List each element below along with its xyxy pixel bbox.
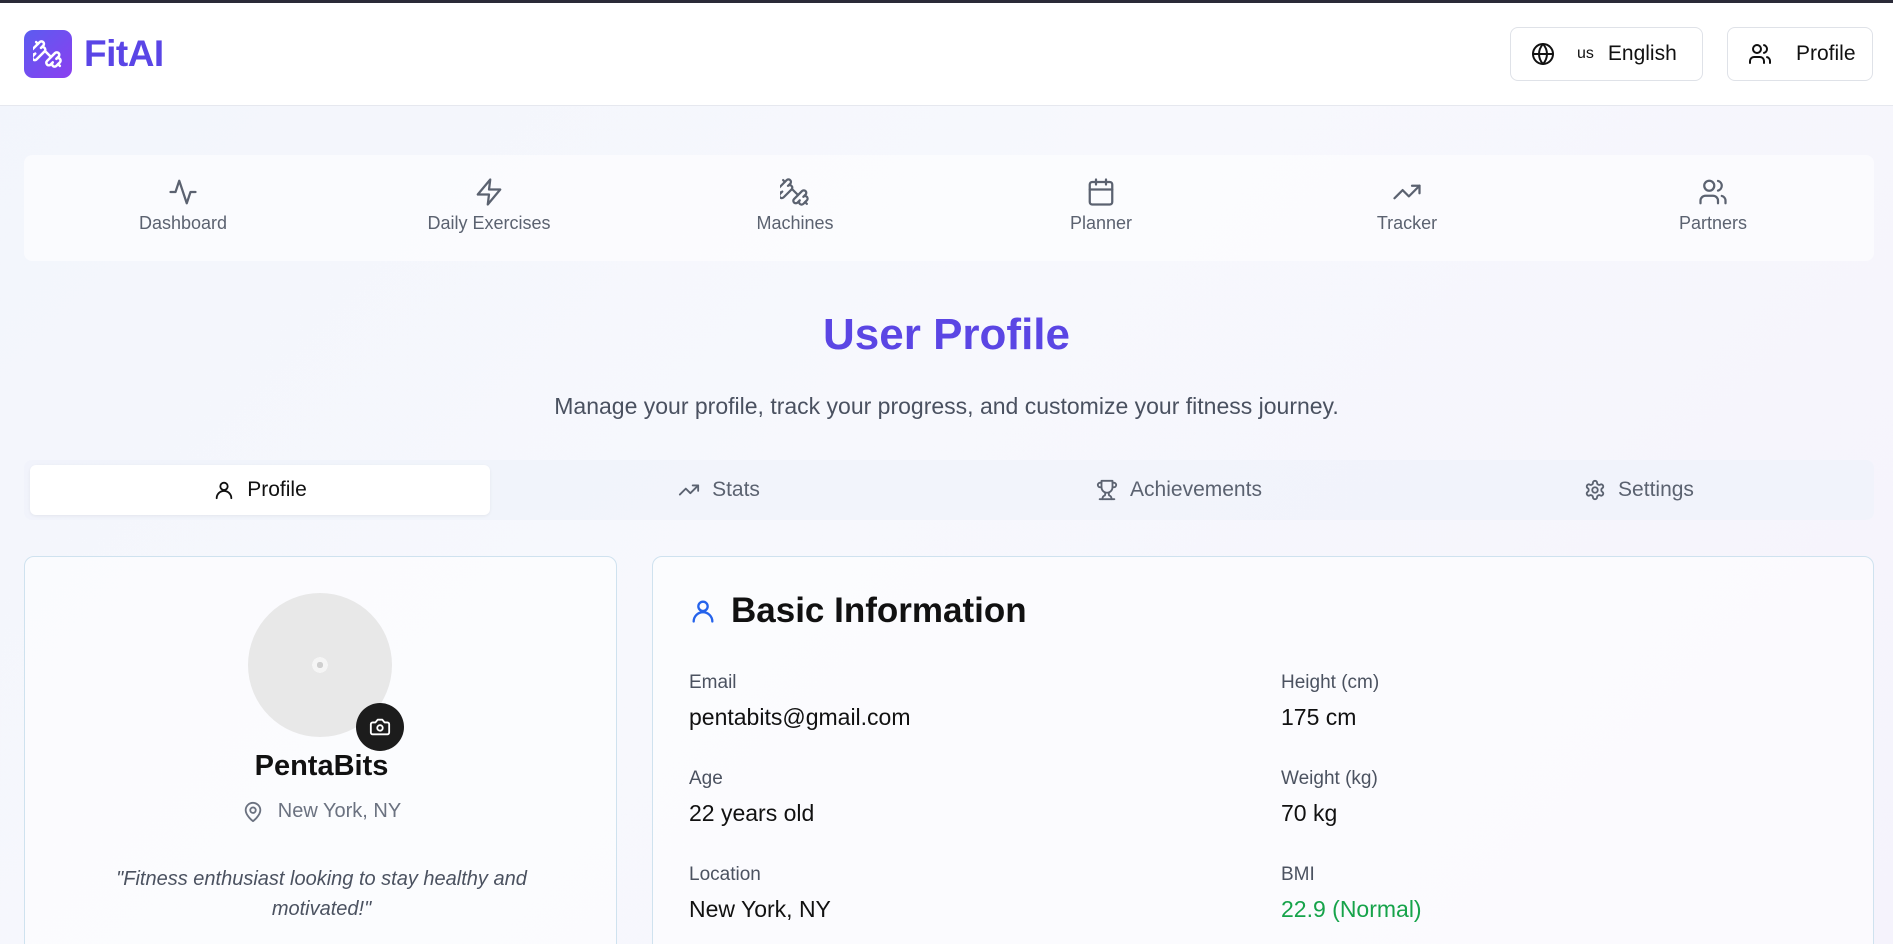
profile-tabs: Profile Stats Achievements Settings	[24, 460, 1874, 520]
user-icon	[215, 481, 233, 500]
tab-profile[interactable]: Profile	[30, 465, 490, 515]
bmi-field: BMI 22.9 (Normal)	[1281, 864, 1422, 923]
age-value: 22 years old	[689, 800, 815, 826]
profile-card: PentaBits New York, NY "Fitness enthusia…	[24, 556, 617, 944]
trending-up-icon	[678, 484, 700, 496]
main-nav: Dashboard Daily Exercises Machines Plann…	[24, 155, 1874, 261]
gear-icon	[1585, 479, 1605, 501]
tab-label: Profile	[247, 478, 307, 501]
nav-item-dashboard[interactable]: Dashboard	[83, 177, 283, 234]
nav-item-machines[interactable]: Machines	[695, 177, 895, 234]
profile-label: Profile	[1796, 42, 1856, 65]
user-icon	[692, 600, 714, 623]
globe-icon	[1532, 43, 1554, 65]
dumbbell-icon	[780, 178, 809, 206]
profile-bio: "Fitness enthusiast looking to stay heal…	[116, 868, 527, 920]
height-value: 175 cm	[1281, 704, 1357, 730]
calendar-icon	[1088, 178, 1114, 206]
app-name: FitAI	[84, 33, 164, 74]
nav-item-label: Machines	[756, 213, 834, 233]
language-button[interactable]: us English	[1510, 27, 1703, 81]
basic-info-card: Basic Information Email pentabits@gmail.…	[652, 556, 1874, 944]
nav-item-label: Partners	[1678, 213, 1748, 233]
lightning-icon	[476, 178, 502, 206]
nav-item-label: Dashboard	[138, 213, 228, 233]
language-label: English	[1607, 42, 1677, 65]
nav-item-daily-exercises[interactable]: Daily Exercises	[389, 177, 589, 234]
nav-item-planner[interactable]: Planner	[1001, 177, 1201, 234]
app-header: FitAI us English Profile	[0, 3, 1893, 106]
weight-label: Weight (kg)	[1281, 768, 1378, 789]
tab-settings[interactable]: Settings	[1409, 465, 1869, 515]
nav-item-label: Planner	[1069, 213, 1133, 233]
age-field: Age 22 years old	[689, 768, 814, 827]
tab-label: Settings	[1618, 478, 1694, 501]
users-icon	[1749, 44, 1771, 64]
location-label: Location	[689, 864, 761, 885]
location-value: New York, NY	[689, 896, 831, 922]
change-photo-button[interactable]	[356, 703, 404, 751]
profile-button[interactable]: Profile	[1727, 27, 1873, 81]
tab-label: Achievements	[1130, 478, 1262, 501]
users-icon	[1699, 179, 1727, 205]
nav-item-label: Tracker	[1376, 213, 1438, 233]
height-field: Height (cm) 175 cm	[1281, 672, 1379, 731]
trending-up-icon	[1393, 184, 1421, 200]
email-value: pentabits@gmail.com	[689, 704, 911, 730]
nav-item-tracker[interactable]: Tracker	[1307, 177, 1507, 234]
bmi-value: 22.9 (Normal)	[1281, 896, 1422, 922]
profile-location-text: New York, NY	[277, 800, 402, 822]
basic-info-title: Basic Information	[731, 591, 1027, 630]
age-label: Age	[689, 768, 723, 789]
email-label: Email	[689, 672, 737, 693]
tab-stats[interactable]: Stats	[489, 465, 949, 515]
trophy-icon	[1096, 479, 1118, 501]
page-subtitle: Manage your profile, track your progress…	[554, 393, 1339, 419]
weight-value: 70 kg	[1281, 800, 1338, 826]
email-field: Email pentabits@gmail.com	[689, 672, 911, 731]
activity-icon	[169, 179, 197, 205]
app-logo[interactable]: FitAI	[24, 30, 164, 78]
page-title: User Profile	[823, 310, 1070, 359]
camera-icon	[369, 718, 391, 736]
tab-achievements[interactable]: Achievements	[949, 465, 1409, 515]
nav-item-label: Daily Exercises	[427, 213, 551, 233]
profile-location: New York, NY	[25, 800, 618, 823]
height-label: Height (cm)	[1281, 672, 1380, 693]
dumbbell-logo-icon	[24, 30, 72, 78]
map-pin-icon	[244, 801, 262, 822]
weight-field: Weight (kg) 70 kg	[1281, 768, 1378, 827]
language-flag: us	[1577, 45, 1594, 62]
tab-label: Stats	[712, 478, 760, 501]
profile-name: PentaBits	[254, 750, 389, 782]
avatar-loading-icon	[310, 655, 330, 675]
bmi-label: BMI	[1281, 864, 1315, 885]
location-field: Location New York, NY	[689, 864, 831, 923]
nav-item-partners[interactable]: Partners	[1613, 177, 1813, 234]
basic-info-heading: Basic Information	[689, 591, 1027, 631]
